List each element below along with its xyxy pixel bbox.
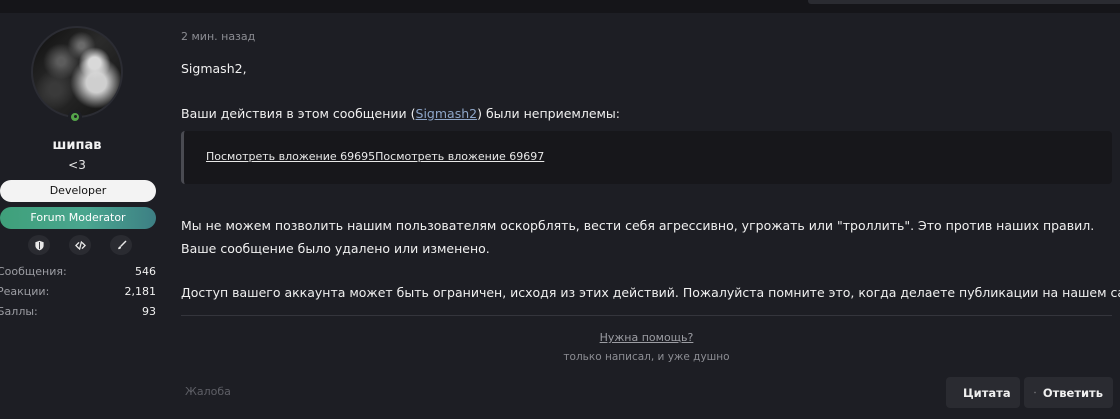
message-body: 2 мин. назад Sigmash2, Ваши действия в э… xyxy=(181,13,1120,419)
stat-reactions: Реакции: 2,181 xyxy=(0,285,156,305)
rules-paragraph: Мы не можем позволить нашим пользователя… xyxy=(181,218,1095,256)
badge-list xyxy=(28,235,132,255)
reply-button[interactable]: Ответить xyxy=(1024,377,1113,408)
brush-icon[interactable] xyxy=(110,235,132,255)
help-link[interactable]: Нужна помощь? xyxy=(181,331,1112,344)
stat-label: Сообщения: xyxy=(0,265,67,278)
report-link[interactable]: Жалоба xyxy=(185,385,231,398)
top-search-field[interactable] xyxy=(808,0,1120,4)
warning-text-after: ) были неприемлемы: xyxy=(477,106,621,121)
user-panel: шипав <3 Developer Forum Moderator Сообщ… xyxy=(0,13,160,419)
stat-messages: Сообщения: 546 xyxy=(0,265,156,285)
post-timestamp[interactable]: 2 мин. назад xyxy=(181,30,255,43)
post-link[interactable]: Sigmash2 xyxy=(416,106,478,121)
code-icon[interactable] xyxy=(69,235,91,255)
restriction-paragraph: Доступ вашего аккаунта может быть ограни… xyxy=(181,285,1120,300)
signature-divider xyxy=(181,315,1112,316)
stat-label: Баллы: xyxy=(0,305,38,318)
reply-button-label: Ответить xyxy=(1042,385,1103,400)
signature: только написал, и уже душно xyxy=(563,351,730,363)
stat-points: Баллы: 93 xyxy=(0,305,156,325)
stat-value[interactable]: 2,181 xyxy=(125,285,157,305)
top-bar xyxy=(0,0,1120,13)
warning-paragraph: Ваши действия в этом сообщении (Sigmash2… xyxy=(181,106,620,121)
stat-value[interactable]: 93 xyxy=(142,305,156,325)
moderator-banner: Forum Moderator xyxy=(0,207,156,229)
stat-value[interactable]: 546 xyxy=(135,265,156,285)
user-title: <3 xyxy=(68,158,86,172)
user-stats: Сообщения: 546 Реакции: 2,181 Баллы: 93 xyxy=(0,265,156,325)
stat-label: Реакции: xyxy=(0,285,50,298)
post: шипав <3 Developer Forum Moderator Сообщ… xyxy=(0,13,1120,419)
online-status-icon xyxy=(68,110,82,124)
shield-icon[interactable] xyxy=(28,235,50,255)
greeting: Sigmash2, xyxy=(181,61,247,76)
attachment-link[interactable]: Посмотреть вложение 69695Посмотреть влож… xyxy=(206,150,544,163)
developer-banner: Developer xyxy=(0,180,156,202)
warning-text-before: Ваши действия в этом сообщении ( xyxy=(181,106,416,121)
reply-quote-icon xyxy=(1034,391,1036,394)
quote-block: Посмотреть вложение 69695Посмотреть влож… xyxy=(181,131,1112,184)
quote-button[interactable]: Цитата xyxy=(946,377,1020,408)
avatar[interactable] xyxy=(31,26,123,118)
username[interactable]: шипав xyxy=(0,138,154,153)
quote-button-label: Цитата xyxy=(963,385,1011,400)
